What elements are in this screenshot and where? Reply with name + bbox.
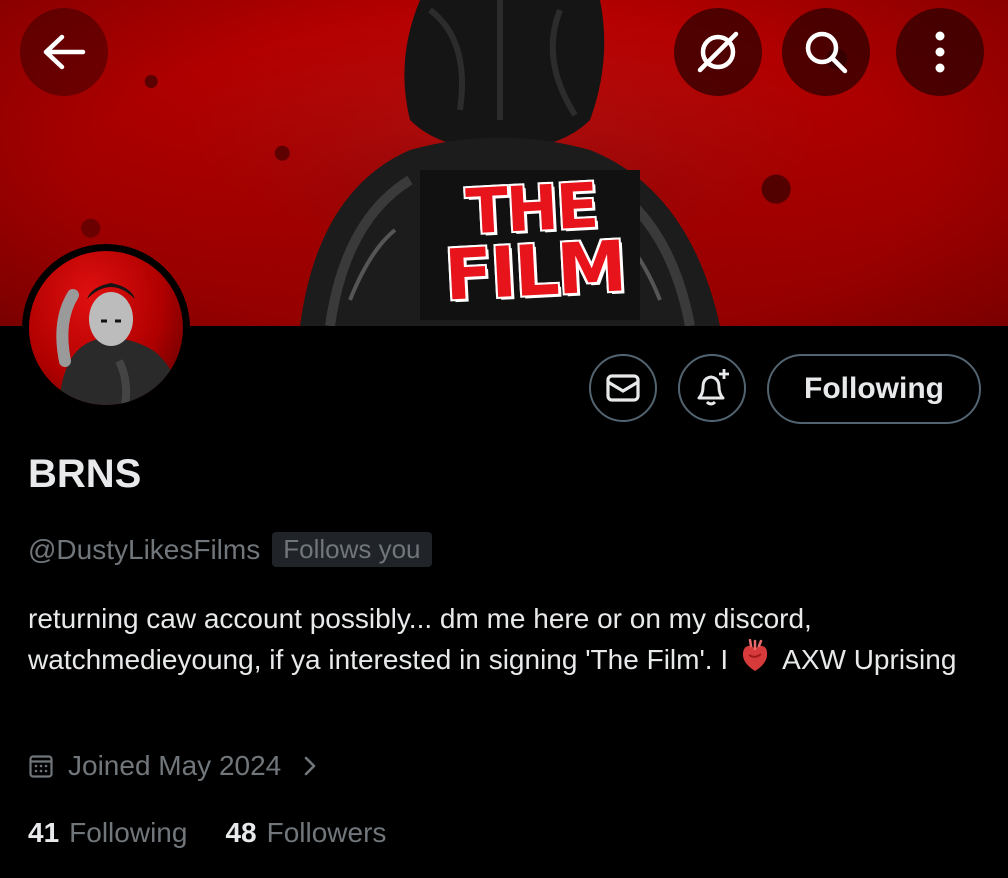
search-button[interactable] — [782, 8, 870, 96]
avatar[interactable] — [22, 244, 190, 412]
notifications-button[interactable] — [678, 354, 746, 422]
more-button[interactable] — [896, 8, 984, 96]
anatomical-heart-icon — [742, 639, 767, 671]
following-stat[interactable]: 41 Following — [28, 817, 187, 849]
handle-row: @DustyLikesFilms Follows you — [28, 532, 432, 567]
follows-you-badge: Follows you — [272, 532, 432, 567]
grok-button[interactable] — [674, 8, 762, 96]
search-icon — [805, 31, 848, 74]
bio-text-part1: returning caw account possibly... dm me … — [28, 603, 812, 675]
followers-label: Followers — [266, 817, 387, 848]
following-count: 41 — [28, 817, 60, 848]
bio-text-part2: AXW Uprising — [782, 644, 957, 675]
bell-plus-icon — [697, 369, 729, 406]
handle: @DustyLikesFilms — [28, 533, 261, 565]
more-vertical-icon — [935, 31, 945, 73]
back-button[interactable] — [20, 8, 108, 96]
following-button[interactable]: Following — [767, 354, 981, 424]
calendar-icon — [29, 755, 53, 778]
banner-logo-line2: FILM — [442, 225, 627, 317]
followers-count: 48 — [225, 817, 257, 848]
envelope-icon — [606, 374, 640, 402]
avatar-image — [29, 251, 183, 405]
message-button[interactable] — [589, 354, 657, 422]
arrow-left-icon — [43, 34, 86, 70]
slashed-circle-icon — [697, 31, 739, 73]
joined-date: Joined May 2024 — [68, 750, 282, 781]
chevron-right-icon — [304, 756, 316, 776]
following-label: Following — [69, 817, 188, 848]
display-name: BRNS — [28, 452, 142, 496]
bio: returning caw account possibly... dm me … — [28, 598, 968, 680]
banner-logo: THE FILM — [425, 169, 641, 317]
followers-stat[interactable]: 48 Followers — [225, 817, 386, 849]
joined-row[interactable]: Joined May 2024 — [28, 750, 331, 782]
stats-row: 41 Following 48 Followers — [28, 817, 386, 849]
